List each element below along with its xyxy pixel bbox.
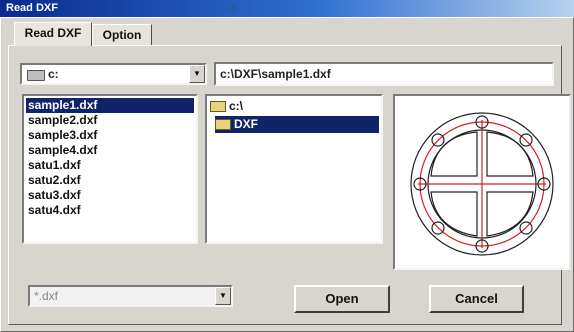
file-type-value: *.dxf	[34, 289, 59, 303]
file-item[interactable]: sample4.dxf	[26, 143, 194, 158]
drive-icon	[27, 70, 45, 81]
tab-read-dxf[interactable]: Read DXF	[14, 22, 92, 46]
file-item[interactable]: sample3.dxf	[26, 128, 194, 143]
folder-item-dxf[interactable]: DXF	[215, 116, 379, 133]
drive-value: c:	[48, 67, 59, 81]
title-bar[interactable]: Read DXF	[0, 0, 574, 17]
folder-label: DXF	[234, 117, 258, 131]
dxf-preview	[393, 94, 571, 270]
file-item[interactable]: sample2.dxf	[26, 113, 194, 128]
file-type-dropdown-button[interactable]: ▼	[215, 287, 231, 305]
drive-select[interactable]: c: ▼	[20, 63, 207, 85]
folder-label: c:\	[229, 99, 244, 113]
open-folder-icon	[210, 101, 226, 113]
cancel-button[interactable]: Cancel	[429, 285, 524, 313]
file-item[interactable]: sample1.dxf	[26, 98, 194, 113]
open-folder-icon	[215, 119, 231, 131]
file-type-select[interactable]: *.dxf ▼	[28, 285, 233, 307]
flange-drawing	[410, 112, 554, 256]
folder-list[interactable]: c:\ DXF	[205, 94, 383, 244]
file-list[interactable]: sample1.dxf sample2.dxf sample3.dxf samp…	[22, 94, 198, 244]
drive-dropdown-button[interactable]: ▼	[189, 65, 205, 83]
file-item[interactable]: satu2.dxf	[26, 173, 194, 188]
open-button[interactable]: Open	[294, 285, 390, 313]
file-item[interactable]: satu4.dxf	[26, 203, 194, 218]
file-item[interactable]: satu1.dxf	[26, 158, 194, 173]
title-dot-icon	[228, 4, 237, 13]
path-input[interactable]: c:\DXF\sample1.dxf	[214, 62, 554, 86]
folder-item-root[interactable]: c:\	[210, 98, 310, 115]
path-value: c:\DXF\sample1.dxf	[220, 67, 331, 81]
window-title: Read DXF	[6, 2, 58, 14]
file-item[interactable]: satu3.dxf	[26, 188, 194, 203]
tab-option[interactable]: Option	[92, 24, 152, 45]
